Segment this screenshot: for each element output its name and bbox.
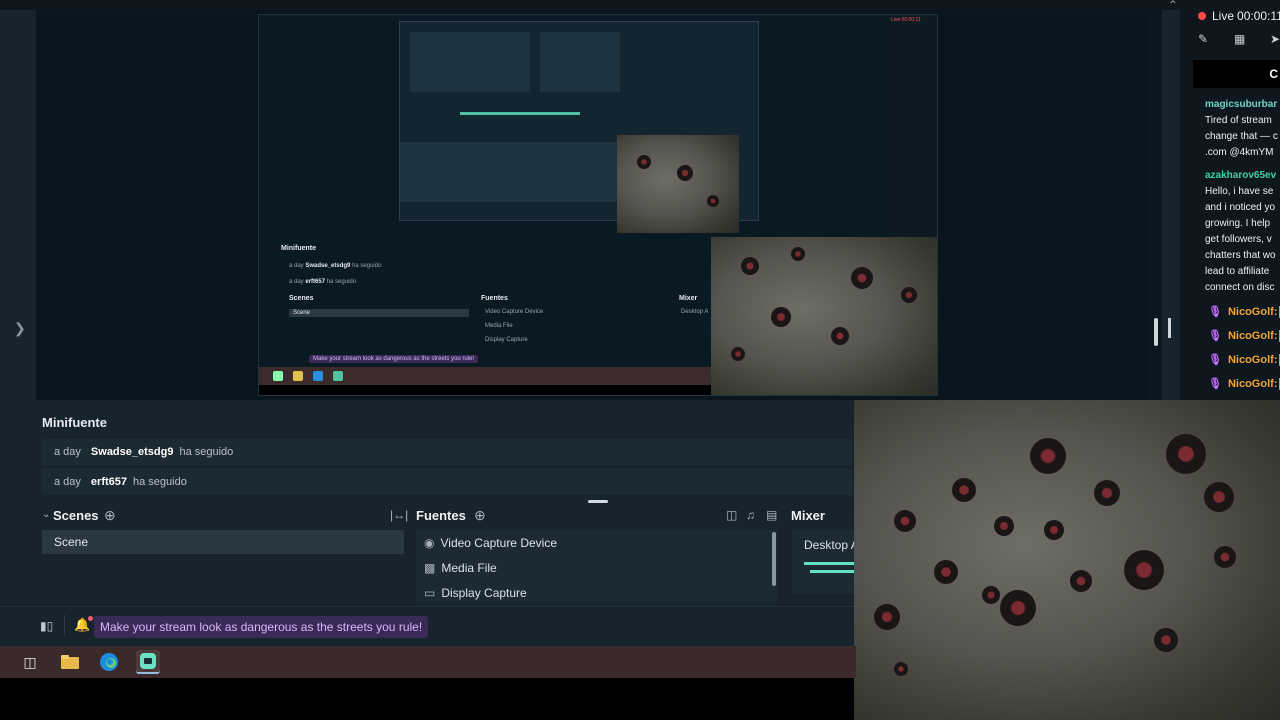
mic-icon: 🎙	[1208, 378, 1222, 390]
event-action: ha seguido	[179, 446, 234, 458]
event-time: a day	[54, 446, 81, 458]
live-dot-icon	[1198, 12, 1206, 20]
chat-message: 🎙 NicoGolf:	[1208, 329, 1280, 343]
nested-webcam-small	[617, 135, 739, 233]
webcam-overlay	[854, 400, 1280, 720]
video-camera-icon[interactable]: ▦	[1234, 32, 1245, 46]
file-icon: ▩	[424, 561, 436, 575]
status-footer: ▮▯ 🔔 Make your stream look as dangerous …	[0, 606, 856, 646]
nested-row-1: a day Swadse_etsdg9 ha seguido	[289, 263, 382, 269]
nested-preview	[279, 19, 889, 229]
minifuente-title: Minifuente	[42, 415, 107, 430]
nested-src-1: Video Capture Device	[485, 309, 544, 315]
nested-scene: Scene	[289, 309, 469, 317]
nested-panels: Minifuente a day Swadse_etsdg9 ha seguid…	[279, 237, 709, 367]
mixer-channel: Desktop A	[792, 530, 856, 594]
source-item[interactable]: ◉ Video Capture Device	[424, 536, 557, 550]
mixer-channel-label: Desktop A	[804, 538, 856, 552]
share-icon[interactable]: ➤	[1270, 32, 1280, 46]
streamlabs-taskbar-icon[interactable]	[136, 650, 160, 674]
windows-taskbar: ◫	[0, 646, 856, 678]
nested-src-2: Media File	[485, 323, 513, 329]
bar-chart-icon[interactable]: ▮▯	[40, 619, 53, 633]
editor-docks: ⌄ Scenes ⊕ Scene |↔| Fuentes ⊕ ◉ Video Ca…	[36, 502, 856, 606]
volume-meter	[810, 570, 854, 573]
source-item[interactable]: ▭ Display Capture	[424, 586, 527, 600]
live-label: Live	[1212, 9, 1235, 23]
chat-message: azakharov65ev Hello, i have se and i not…	[1205, 168, 1280, 296]
pencil-icon[interactable]: ✎	[1198, 32, 1208, 46]
nested-mixer-title: Mixer	[679, 295, 698, 302]
event-user[interactable]: erft657	[91, 476, 127, 488]
collapse-width-icon[interactable]: |↔|	[390, 508, 408, 522]
nested-webcam-large	[711, 237, 937, 395]
mic-icon: 🎙	[1208, 306, 1222, 318]
chevron-right-icon[interactable]: ❯	[14, 320, 26, 337]
nested-taskbar	[259, 367, 719, 385]
chat-panel: Live 00:00:11 ✎ ▦ ➤ C magicsuburbar Tired…	[1180, 0, 1280, 400]
stream-preview[interactable]: Live 00:00:11 Minifuente a day Swadse_et…	[36, 10, 1162, 400]
monitor-icon: ▭	[424, 586, 436, 600]
event-row: a day Swadse_etsdg9 ha seguido	[42, 439, 852, 465]
add-source-icon[interactable]: ⊕	[474, 507, 486, 524]
nested-capture: Live 00:00:11 Minifuente a day Swadse_et…	[258, 14, 938, 396]
event-action: ha seguido	[133, 476, 187, 488]
preview-scrollbar[interactable]	[1154, 318, 1158, 346]
chat-username[interactable]: azakharov65ev	[1205, 168, 1280, 184]
chevron-up-icon[interactable]: ⌃	[1168, 0, 1178, 12]
source-item[interactable]: ▩ Media File	[424, 561, 497, 575]
nested-src-3: Display Capture	[485, 337, 528, 343]
mic-icon[interactable]: ♫	[746, 508, 755, 522]
promo-banner[interactable]: Make your stream look as dangerous as th…	[94, 616, 429, 638]
mixer-title: Mixer	[791, 508, 825, 523]
left-rail: ❯	[0, 10, 36, 400]
chat-divider-handle[interactable]	[1168, 318, 1171, 338]
nested-fuentes-title: Fuentes	[481, 295, 508, 302]
sources-scrollbar[interactable]	[772, 532, 776, 586]
event-time: a day	[54, 476, 81, 488]
sources-list: ◉ Video Capture Device ▩ Media File ▭ Displ…	[416, 530, 778, 602]
live-timer: 00:00:11	[1237, 9, 1280, 23]
live-status: Live 00:00:11	[1198, 9, 1280, 23]
chat-message: magicsuburbar Tired of stream change tha…	[1205, 97, 1280, 161]
chat-message: 🎙 NicoGolf:	[1208, 305, 1280, 319]
mic-icon: 🎙	[1208, 330, 1222, 342]
nested-minifuente-title: Minifuente	[281, 245, 316, 252]
bell-icon[interactable]: 🔔	[74, 616, 94, 633]
volume-meter	[804, 562, 856, 565]
edge-browser-icon[interactable]	[97, 650, 121, 674]
chat-username[interactable]: magicsuburbar	[1205, 97, 1280, 113]
scene-item[interactable]: Scene	[42, 530, 404, 554]
camera-icon: ◉	[424, 536, 435, 550]
chat-tabbar: C	[1193, 60, 1280, 88]
nested-promo: Make your stream look as dangerous as th…	[309, 355, 479, 363]
chat-message: 🎙 NicoGolf:	[1208, 377, 1280, 391]
event-row: a day erft657 ha seguido	[42, 469, 852, 495]
mic-icon: 🎙	[1208, 354, 1222, 366]
chat-tab[interactable]: C	[1269, 67, 1278, 81]
chat-message: 🎙 NicoGolf:	[1208, 353, 1280, 367]
add-scene-icon[interactable]: ⊕	[104, 507, 116, 524]
minifuente-panel: Minifuente a day Swadse_etsdg9 ha seguido …	[36, 405, 856, 500]
nested-live-status: Live 00:00:11	[891, 17, 921, 23]
event-user[interactable]: Swadse_etsdg9	[91, 446, 174, 458]
nested-scenes-title: Scenes	[289, 295, 314, 302]
file-explorer-icon[interactable]	[58, 650, 82, 674]
top-strip	[0, 0, 1180, 10]
sources-title: Fuentes	[416, 508, 466, 523]
folder-icon[interactable]: ▤	[766, 508, 777, 522]
task-view-icon[interactable]: ◫	[18, 650, 42, 674]
nested-mixer-channel: Desktop A	[681, 309, 709, 315]
screen-icon[interactable]: ◫	[726, 508, 737, 522]
chevron-down-icon[interactable]: ⌄	[42, 509, 50, 520]
nested-row-2: a day erft657 ha seguido	[289, 279, 357, 285]
scenes-title: Scenes	[53, 508, 99, 523]
